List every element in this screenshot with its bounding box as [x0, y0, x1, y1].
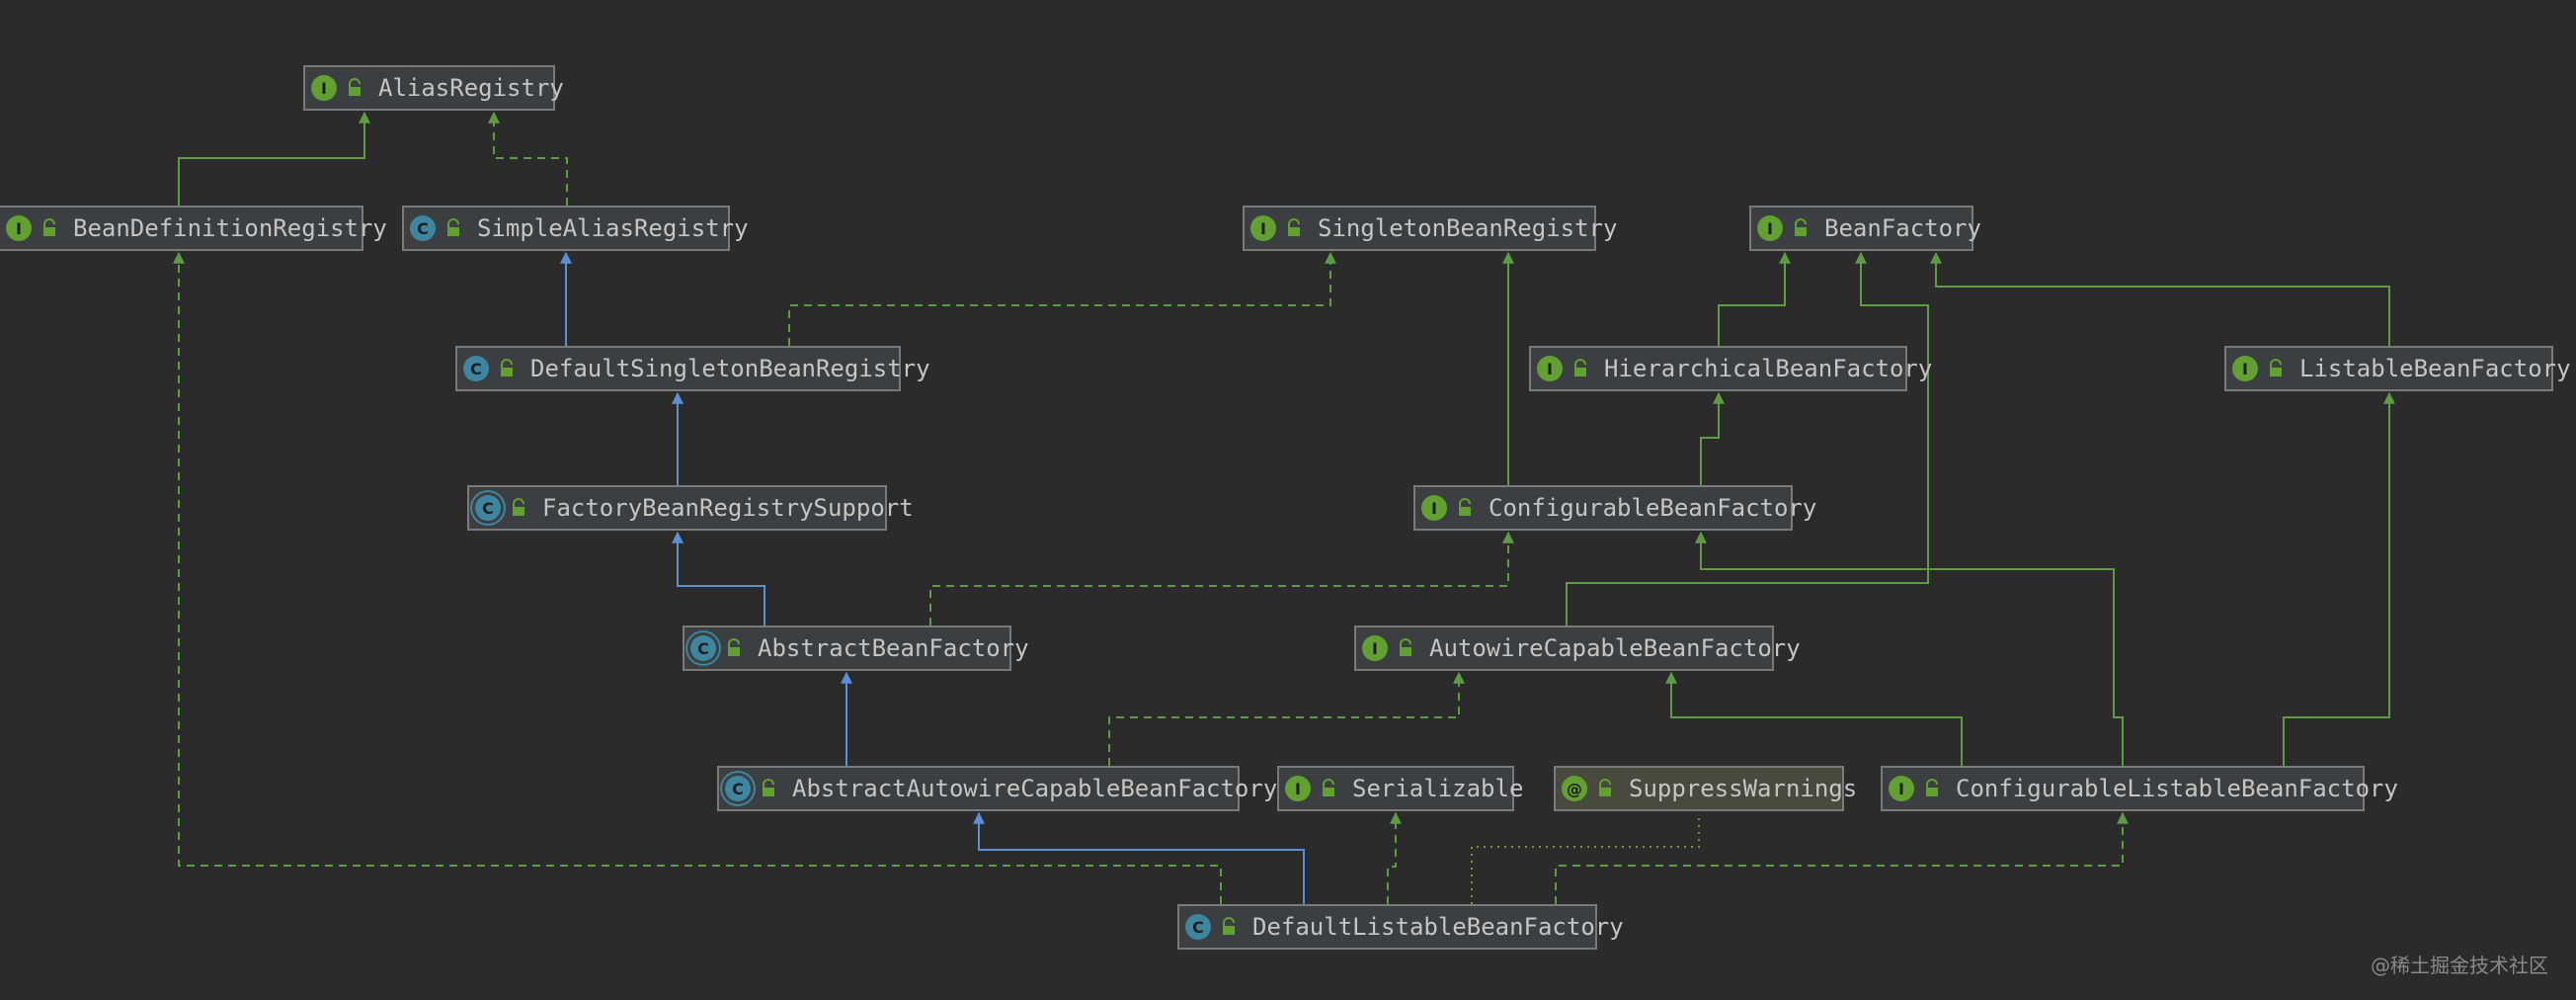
node-listable-bean-factory[interactable]: I ListableBeanFactory: [2224, 346, 2571, 391]
node-alias-registry[interactable]: I AliasRegistry: [303, 65, 564, 111]
node-label: DefaultSingletonBeanRegistry: [530, 355, 930, 382]
lock-icon: [1791, 217, 1811, 239]
lock-icon: [40, 217, 59, 239]
node-label: DefaultListableBeanFactory: [1252, 913, 1624, 941]
watermark: @稀土掘金技术社区: [2371, 954, 2548, 977]
node-label: ConfigurableBeanFactory: [1489, 494, 1817, 522]
edge-implements: [788, 251, 1336, 346]
edge-interface-extends: [2283, 391, 2395, 766]
node-factory-bean-registry-support[interactable]: C FactoryBeanRegistrySupport: [467, 485, 914, 531]
interface-icon: I: [2232, 356, 2258, 381]
node-abstract-autowire-capable-bean-factory[interactable]: C AbstractAutowireCapableBeanFactory: [717, 766, 1277, 811]
node-label: AbstractAutowireCapableBeanFactory: [792, 775, 1278, 802]
edge-interface-extends: [1665, 671, 1963, 766]
node-bean-factory[interactable]: I BeanFactory: [1749, 206, 1981, 251]
node-label: Serializable: [1352, 775, 1524, 802]
relationship-edges: [173, 111, 2395, 904]
lock-icon: [1219, 916, 1239, 938]
node-label: BeanFactory: [1824, 214, 1981, 242]
node-label: FactoryBeanRegistrySupport: [542, 494, 914, 522]
lock-icon: [2266, 358, 2286, 379]
edge-implements: [488, 111, 568, 206]
interface-icon: I: [1285, 776, 1311, 801]
node-hierarchical-bean-factory[interactable]: I HierarchicalBeanFactory: [1529, 346, 1932, 391]
node-serializable[interactable]: I Serializable: [1277, 766, 1523, 811]
edge-interface-extends: [1930, 251, 2390, 346]
lock-icon: [1922, 778, 1942, 799]
lock-icon: [345, 77, 364, 99]
node-label: ConfigurableListableBeanFactory: [1956, 775, 2398, 802]
edge-annotated-with: [1471, 813, 1700, 904]
interface-icon: I: [1537, 356, 1563, 381]
interface-icon: I: [1421, 495, 1447, 521]
class-icon: C: [410, 215, 436, 241]
lock-icon: [509, 497, 528, 519]
node-label: SingletonBeanRegistry: [1318, 214, 1618, 242]
lock-icon: [443, 217, 463, 239]
interface-icon: I: [1889, 776, 1914, 801]
node-autowire-capable-bean-factory[interactable]: I AutowireCapableBeanFactory: [1354, 625, 1801, 671]
node-configurable-bean-factory[interactable]: I ConfigurableBeanFactory: [1413, 485, 1816, 531]
edge-implements: [1108, 671, 1465, 766]
node-label: ListableBeanFactory: [2299, 355, 2571, 382]
lock-icon: [1319, 778, 1338, 799]
lock-icon: [1570, 358, 1590, 379]
lock-icon: [1284, 217, 1304, 239]
node-suppress-warnings[interactable]: @ SuppressWarnings: [1554, 766, 1857, 811]
node-configurable-listable-bean-factory[interactable]: I ConfigurableListableBeanFactory: [1881, 766, 2398, 811]
node-singleton-bean-registry[interactable]: I SingletonBeanRegistry: [1243, 206, 1617, 251]
node-label: AbstractBeanFactory: [758, 634, 1029, 662]
lock-icon: [1396, 637, 1415, 659]
node-label: AutowireCapableBeanFactory: [1429, 634, 1801, 662]
lock-icon: [724, 637, 744, 659]
interface-icon: I: [1250, 215, 1276, 241]
interface-icon: I: [6, 215, 32, 241]
class-icon: C: [1185, 914, 1211, 940]
interface-icon: I: [1362, 635, 1388, 661]
annotation-icon: @: [1562, 776, 1587, 801]
edge-extends: [973, 811, 1305, 904]
node-default-listable-bean-factory[interactable]: C DefaultListableBeanFactory: [1177, 904, 1624, 950]
lock-icon: [759, 778, 778, 799]
node-label: BeanDefinitionRegistry: [73, 214, 387, 242]
interface-icon: I: [311, 75, 337, 101]
node-label: HierarchicalBeanFactory: [1604, 355, 1933, 382]
lock-icon: [1455, 497, 1475, 519]
abstract-class-icon: C: [475, 495, 501, 521]
interface-icon: I: [1757, 215, 1783, 241]
edge-implements: [1555, 811, 2129, 904]
edge-extends: [672, 531, 765, 625]
abstract-class-icon: C: [690, 635, 716, 661]
abstract-class-icon: C: [725, 776, 751, 801]
edge-interface-extends: [1718, 251, 1791, 346]
lock-icon: [1595, 778, 1615, 799]
node-label: AliasRegistry: [378, 74, 564, 102]
node-label: SimpleAliasRegistry: [477, 214, 749, 242]
class-icon: C: [463, 356, 489, 381]
node-bean-definition-registry[interactable]: I BeanDefinitionRegistry: [0, 206, 387, 251]
node-abstract-bean-factory[interactable]: C AbstractBeanFactory: [683, 625, 1029, 671]
node-simple-alias-registry[interactable]: C SimpleAliasRegistry: [402, 206, 749, 251]
node-default-singleton-bean-registry[interactable]: C DefaultSingletonBeanRegistry: [455, 346, 930, 391]
node-label: SuppressWarnings: [1629, 775, 1858, 802]
edge-implements: [929, 531, 1514, 625]
edge-interface-extends: [1700, 391, 1725, 485]
lock-icon: [497, 358, 517, 379]
edge-implements: [1387, 811, 1402, 904]
